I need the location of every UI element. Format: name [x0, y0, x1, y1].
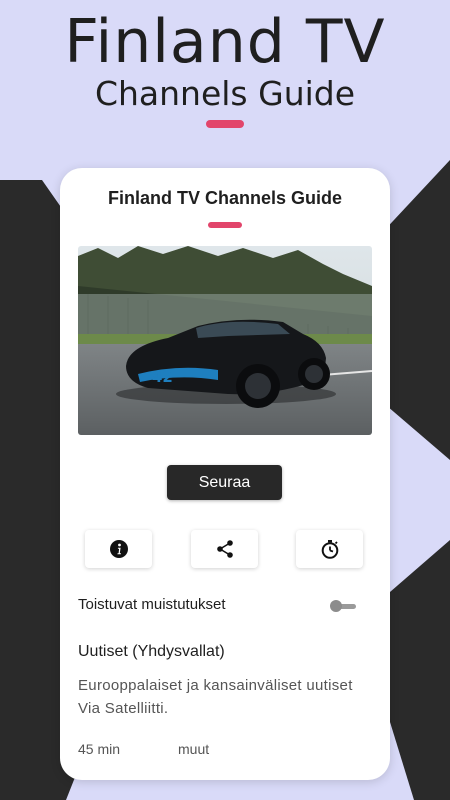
card-title: Finland TV Channels Guide [107, 188, 343, 208]
share-icon [216, 540, 233, 558]
program-duration: 45 min [78, 741, 121, 757]
hero-accent-bar [206, 120, 244, 128]
info-button[interactable] [85, 530, 152, 568]
reminder-label: Toistuvat muistutukset [78, 596, 226, 613]
program-description: Eurooppalaiset ja kansainväliset uutiset… [78, 677, 353, 717]
hero-title: Finland TV [64, 7, 386, 77]
background-shape-right-top [380, 160, 450, 460]
timer-button[interactable] [296, 530, 363, 568]
timer-icon [321, 540, 338, 559]
car-photo: 42 [78, 246, 372, 435]
background-shape-right-bottom [390, 540, 450, 800]
svg-text:42: 42 [152, 368, 173, 386]
program-title: Uutiset (Yhdysvallat) [78, 643, 225, 660]
follow-button[interactable]: Seuraa [167, 465, 282, 500]
phone-card: Finland TV Channels Guide 42 Seuraa Tois… [60, 168, 390, 780]
info-icon [109, 540, 128, 558]
hero-subtitle: Channels Guide [94, 74, 356, 113]
car-photo-illustration: 42 [78, 246, 372, 435]
card-accent-bar [208, 222, 242, 228]
share-button[interactable] [191, 530, 258, 568]
program-category: muut [178, 741, 210, 757]
reminder-toggle[interactable] [330, 599, 356, 613]
toggle-knob [330, 600, 342, 612]
